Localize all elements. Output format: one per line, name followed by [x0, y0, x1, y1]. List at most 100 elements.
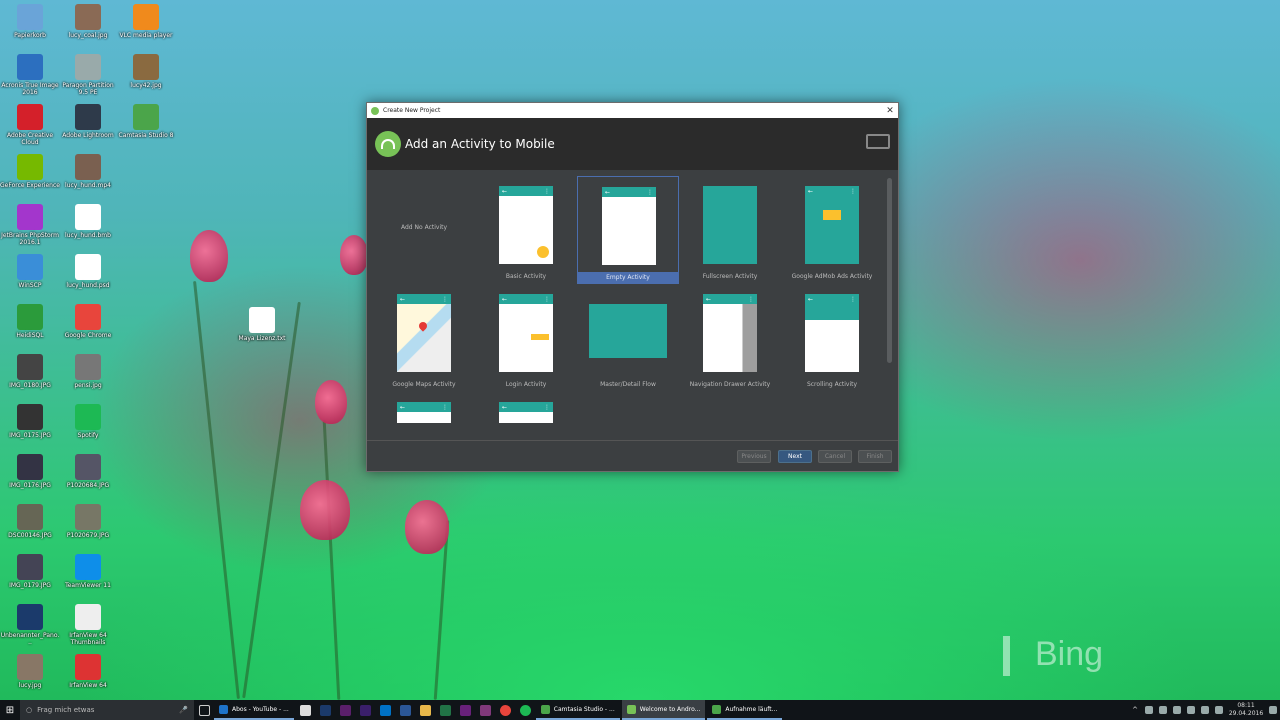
desktop-icon[interactable]: Adobe Lightroom [58, 104, 118, 139]
activity-tile-partial[interactable]: ← ⋮ [373, 392, 475, 423]
desktop-icon[interactable]: lucy42.jpg [116, 54, 176, 89]
desktop-icon[interactable]: lucy_hund.mp4 [58, 154, 118, 189]
desktop-icon[interactable]: Unbenannter_Pano... [0, 604, 60, 646]
word-taskbar-icon[interactable] [396, 700, 416, 720]
desktop-icon[interactable]: Camtasia Studio 8 [116, 104, 176, 139]
dialog-title: Create New Project [383, 107, 441, 114]
file-icon [75, 254, 101, 280]
network-icon[interactable] [1201, 706, 1209, 714]
activity-preview-login: ← ⋮ [499, 294, 553, 372]
app-bar-icon: ← ⋮ [703, 294, 757, 304]
activity-tile-partial[interactable]: ← ⋮ [475, 392, 577, 423]
desktop-icon[interactable]: JetBrains PhpStorm 2016.1 [0, 204, 60, 246]
activity-tile-navdrawer[interactable]: ← ⋮ Navigation Drawer Activity [679, 284, 781, 392]
desktop-icon[interactable]: IMG_0179.JPG [0, 554, 60, 589]
taskbar-window-button[interactable]: Aufnahme läuft... [707, 700, 783, 720]
desktop-icon[interactable]: Adobe Creative Cloud [0, 104, 60, 146]
desktop-icon[interactable]: TeamViewer 11 [58, 554, 118, 589]
after-effects-taskbar-icon[interactable] [356, 700, 376, 720]
nvidia-icon [17, 154, 43, 180]
activity-tile-basic[interactable]: ← ⋮ Basic Activity [475, 176, 577, 284]
desktop-icon[interactable]: lucy_hund.bmb [58, 204, 118, 239]
app-icon [219, 704, 228, 714]
windows-start-icon[interactable]: ⊞ [0, 700, 20, 720]
activity-tile-login[interactable]: ← ⋮ Login Activity [475, 284, 577, 392]
desktop-icon[interactable]: lucy_coal.jpg [58, 4, 118, 39]
cancel-button[interactable]: Cancel [818, 450, 852, 463]
activity-tile-empty[interactable]: ← ⋮ Empty Activity [577, 176, 679, 284]
activity-tile-none[interactable]: Add No Activity [373, 176, 475, 284]
next-button[interactable]: Next [778, 450, 812, 463]
explorer-taskbar-icon[interactable] [416, 700, 436, 720]
desktop-icon[interactable]: VLC media player [116, 4, 176, 39]
activity-label: Navigation Drawer Activity [689, 381, 771, 388]
desktop-icon[interactable]: P1020679.JPG [58, 504, 118, 539]
photoshop-taskbar-icon[interactable] [316, 700, 336, 720]
activity-tile-fullscreen[interactable]: Fullscreen Activity [679, 176, 781, 284]
chrome-taskbar-icon[interactable] [496, 700, 516, 720]
desktop-icon[interactable]: lucy.jpg [0, 654, 60, 689]
desktop-icon[interactable]: IrfanView 64 Thumbnails [58, 604, 118, 646]
tray-app-icon[interactable] [1159, 706, 1167, 714]
microphone-icon[interactable]: 🎤 [179, 706, 188, 714]
desktop-icon[interactable]: P1020684.JPG [58, 454, 118, 489]
activity-tile-admob[interactable]: ← ⋮ Google AdMob Ads Activity [781, 176, 883, 284]
desktop-icon[interactable]: Paragon Partition 9.5 PE [58, 54, 118, 96]
desktop-icon-label: Adobe Lightroom [62, 132, 114, 139]
excel-taskbar-icon[interactable] [436, 700, 456, 720]
finish-button[interactable]: Finish [858, 450, 892, 463]
gallery-scrollbar[interactable] [887, 178, 892, 363]
store-icon[interactable] [296, 700, 316, 720]
tray-expand-icon[interactable]: ^ [1132, 706, 1138, 714]
desktop-icon[interactable]: WinSCP [0, 254, 60, 289]
desktop-icon[interactable]: GeForce Experience [0, 154, 60, 189]
desktop-icon[interactable]: lucy_hund.psd [58, 254, 118, 289]
desktop-icon[interactable]: IrfanView 64 [58, 654, 118, 689]
dialog-titlebar[interactable]: Create New Project ✕ [367, 103, 898, 118]
dialog-header: Add an Activity to Mobile [367, 118, 898, 170]
desktop-icon[interactable]: Papierkorb [0, 4, 60, 39]
desktop-icon[interactable]: Acronis True Image 2016 [0, 54, 60, 96]
image-icon [75, 354, 101, 380]
activity-tile-scrolling[interactable]: ← ⋮ Scrolling Activity [781, 284, 883, 392]
tray-app-icon[interactable] [1187, 706, 1195, 714]
task-view-icon[interactable] [194, 700, 214, 720]
desktop-icon[interactable]: DSC00146.JPG [0, 504, 60, 539]
desktop-icon[interactable]: Spotify [58, 404, 118, 439]
app-icon [626, 704, 636, 714]
outlook-taskbar-icon[interactable] [376, 700, 396, 720]
desktop-icon[interactable]: Maya Lizenz.txt [232, 306, 292, 342]
activity-label: Google Maps Activity [392, 381, 456, 388]
desktop-icon-label: IMG_0180.JPG [9, 382, 51, 389]
desktop-icon[interactable]: HeidiSQL [0, 304, 60, 339]
cortana-search-box[interactable]: ○ Frag mich etwas 🎤 [20, 700, 194, 720]
tray-app-icon[interactable] [1145, 706, 1153, 714]
tray-app-icon[interactable] [1173, 706, 1181, 714]
desktop-icon[interactable]: IMG_0180.JPG [0, 354, 60, 389]
activity-gallery: Add No Activity ← ⋮ Basic Activity ← ⋮ Empty A… [367, 170, 898, 423]
taskbar-open-windows: Camtasia Studio - ... Welcome to Andro...… [535, 700, 785, 720]
desktop-icon-label: lucy_hund.bmb [65, 232, 111, 239]
desktop-icon[interactable]: pensi.jpg [58, 354, 118, 389]
spotify-taskbar-icon[interactable] [516, 700, 536, 720]
notifications-icon[interactable] [1269, 706, 1277, 714]
desktop-icon-label: DSC00146.JPG [8, 532, 52, 539]
taskbar-window-button[interactable]: Welcome to Andro... [621, 700, 706, 720]
premiere-taskbar-icon[interactable] [336, 700, 356, 720]
desktop-icon[interactable]: Google Chrome [58, 304, 118, 339]
previous-button[interactable]: Previous [737, 450, 771, 463]
desktop-icon-label: IMG_0179.JPG [9, 582, 51, 589]
taskbar-window-button[interactable]: Camtasia Studio - ... [535, 700, 620, 720]
photoshop-icon [17, 604, 43, 630]
desktop-icon[interactable]: IMG_0176.JPG [0, 454, 60, 489]
close-icon[interactable]: ✕ [882, 106, 898, 116]
activity-tile-maps[interactable]: ← ⋮ Google Maps Activity [373, 284, 475, 392]
visual-studio-taskbar-icon[interactable] [456, 700, 476, 720]
onenote-taskbar-icon[interactable] [476, 700, 496, 720]
activity-tile-masterdetail[interactable]: Master/Detail Flow [577, 284, 679, 392]
activity-label: Login Activity [505, 381, 547, 388]
volume-icon[interactable] [1215, 706, 1223, 714]
desktop-icon[interactable]: IMG_0175.JPG [0, 404, 60, 439]
clock[interactable]: 08:11 29.04.2016 [1226, 702, 1266, 718]
taskbar-window-button[interactable]: Abos - YouTube - ... [214, 700, 294, 720]
